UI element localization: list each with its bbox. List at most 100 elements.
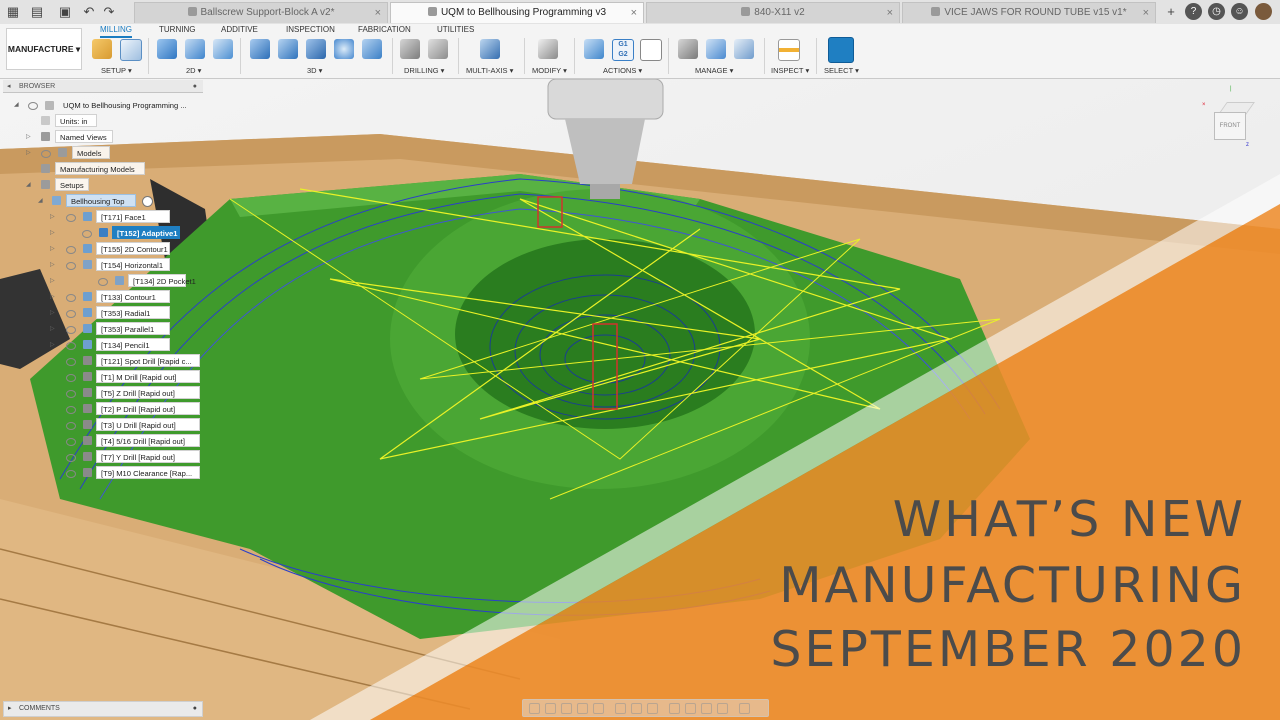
visibility-eye-icon[interactable] bbox=[98, 278, 108, 286]
operation-item[interactable]: [T5] Z Drill [Rapid out] bbox=[96, 386, 200, 399]
file-icon[interactable]: ▤ bbox=[28, 3, 46, 21]
expand-arrow-icon[interactable]: ▷ bbox=[50, 227, 55, 240]
expand-arrow-icon[interactable]: ▷ bbox=[50, 339, 55, 352]
group-select[interactable]: SELECT ▾ bbox=[824, 66, 859, 75]
expand-icon[interactable]: ▸ bbox=[8, 702, 12, 716]
tab-vice-jaws[interactable]: VICE JAWS FOR ROUND TUBE v15 v1* × bbox=[902, 2, 1156, 23]
group-inspect[interactable]: INSPECT ▾ bbox=[771, 66, 809, 75]
group-manage[interactable]: MANAGE ▾ bbox=[695, 66, 733, 75]
tab-ballscrew[interactable]: Ballscrew Support-Block A v2* × bbox=[134, 2, 388, 23]
operation-item[interactable]: [T7] Y Drill [Rapid out] bbox=[96, 450, 200, 463]
new-folder-icon[interactable] bbox=[92, 39, 112, 59]
tab-inspection[interactable]: INSPECTION bbox=[286, 24, 335, 36]
hole-recognition-icon[interactable] bbox=[428, 39, 448, 59]
undo-icon[interactable]: ↶ bbox=[80, 3, 98, 21]
operation-item[interactable]: [T9] M10 Clearance [Rap... bbox=[96, 466, 200, 479]
browser-header[interactable]: ◂ BROWSER ● bbox=[3, 80, 203, 93]
visibility-eye-icon[interactable] bbox=[82, 230, 92, 238]
collapse-icon[interactable]: ◂ bbox=[7, 80, 11, 93]
operation-item[interactable]: [T154] Horizontal1 bbox=[96, 258, 170, 271]
more-options-icon[interactable] bbox=[739, 703, 750, 714]
fit-icon[interactable] bbox=[593, 703, 604, 714]
expand-arrow-icon[interactable]: ◢ bbox=[38, 195, 43, 208]
select-icon[interactable] bbox=[828, 37, 854, 63]
tab-turning[interactable]: TURNING bbox=[159, 24, 195, 36]
close-icon[interactable]: × bbox=[631, 3, 637, 23]
account-icon[interactable]: ☺ bbox=[1231, 3, 1248, 20]
tab-fabrication[interactable]: FABRICATION bbox=[358, 24, 411, 36]
browser-document[interactable]: UQM to Bellhousing Programming ... bbox=[58, 98, 202, 111]
drill-icon[interactable] bbox=[400, 39, 420, 59]
operation-item[interactable]: [T134] 2D Pocket1 bbox=[128, 274, 196, 287]
post-process-icon[interactable]: G1 G2 bbox=[612, 39, 634, 61]
visibility-eye-icon[interactable] bbox=[66, 422, 76, 430]
operation-item[interactable]: [T4] 5/16 Drill [Rapid out] bbox=[96, 434, 200, 447]
display-settings-icon[interactable] bbox=[615, 703, 626, 714]
parallel-icon[interactable] bbox=[334, 39, 354, 59]
visibility-eye-icon[interactable] bbox=[66, 374, 76, 382]
expand-arrow-icon[interactable]: ▷ bbox=[50, 275, 55, 288]
scissors-icon[interactable] bbox=[538, 39, 558, 59]
expand-arrow-icon[interactable]: ▷ bbox=[26, 131, 31, 144]
view-cube-front[interactable]: FRONT bbox=[1214, 112, 1246, 140]
tab-840-x11[interactable]: 840-X11 v2 × bbox=[646, 2, 900, 23]
operation-item[interactable]: [T155] 2D Contour1 bbox=[96, 242, 170, 255]
pin-icon[interactable]: ● bbox=[193, 702, 197, 716]
expand-arrow-icon[interactable]: ▷ bbox=[50, 259, 55, 272]
expand-arrow-icon[interactable]: ◢ bbox=[26, 179, 31, 192]
rapid-icon[interactable] bbox=[717, 703, 728, 714]
expand-arrow-icon[interactable]: ▷ bbox=[50, 211, 55, 224]
operation-item[interactable]: [T134] Pencil1 bbox=[96, 338, 170, 351]
visibility-eye-icon[interactable] bbox=[66, 438, 76, 446]
operation-item[interactable]: [T2] P Drill [Rapid out] bbox=[96, 402, 200, 415]
browser-named-views[interactable]: Named Views bbox=[55, 130, 113, 143]
operation-item[interactable]: [T353] Parallel1 bbox=[96, 322, 170, 335]
visibility-eye-icon[interactable] bbox=[66, 214, 76, 222]
new-tab-icon[interactable]: + bbox=[1162, 3, 1180, 21]
expand-arrow-icon[interactable]: ▷ bbox=[50, 243, 55, 256]
pin-icon[interactable]: ● bbox=[193, 80, 197, 93]
help-icon[interactable]: ? bbox=[1185, 3, 1202, 20]
visibility-eye-icon[interactable] bbox=[66, 262, 76, 270]
group-drilling[interactable]: DRILLING ▾ bbox=[404, 66, 444, 75]
toolpath-icon[interactable] bbox=[701, 703, 712, 714]
grid-icon[interactable]: ▦ bbox=[4, 3, 22, 21]
expand-arrow-icon[interactable]: ◢ bbox=[14, 99, 19, 112]
look-at-icon[interactable] bbox=[545, 703, 556, 714]
simulate-icon[interactable] bbox=[584, 39, 604, 59]
setup-icon[interactable] bbox=[120, 39, 142, 61]
tool-library-icon[interactable] bbox=[678, 39, 698, 59]
close-icon[interactable]: × bbox=[1143, 3, 1149, 23]
operation-item[interactable]: [T152] Adaptive1 bbox=[112, 226, 180, 239]
stock-icon[interactable] bbox=[685, 703, 696, 714]
visibility-eye-icon[interactable] bbox=[66, 294, 76, 302]
save-icon[interactable]: ▣ bbox=[56, 3, 74, 21]
visibility-eye-icon[interactable] bbox=[66, 406, 76, 414]
multi-axis-icon[interactable] bbox=[480, 39, 500, 59]
viewports-icon[interactable] bbox=[647, 703, 658, 714]
pocket-clearing-icon[interactable] bbox=[278, 39, 298, 59]
expand-arrow-icon[interactable]: ▷ bbox=[50, 291, 55, 304]
visibility-eye-icon[interactable] bbox=[66, 390, 76, 398]
expand-arrow-icon[interactable]: ▷ bbox=[50, 323, 55, 336]
group-actions[interactable]: ACTIONS ▾ bbox=[603, 66, 642, 75]
operation-item[interactable]: [T3] U Drill [Rapid out] bbox=[96, 418, 200, 431]
contour-3d-icon[interactable] bbox=[362, 39, 382, 59]
group-setup[interactable]: SETUP ▾ bbox=[101, 66, 132, 75]
zoom-icon[interactable] bbox=[577, 703, 588, 714]
simulation-icon[interactable] bbox=[669, 703, 680, 714]
close-icon[interactable]: × bbox=[375, 3, 381, 23]
machine-library-icon[interactable] bbox=[706, 39, 726, 59]
browser-manufacturing-models[interactable]: Manufacturing Models bbox=[55, 162, 145, 175]
operation-item[interactable]: [T353] Radial1 bbox=[96, 306, 170, 319]
browser-units[interactable]: Units: in bbox=[55, 114, 97, 127]
visibility-eye-icon[interactable] bbox=[66, 246, 76, 254]
expand-arrow-icon[interactable]: ▷ bbox=[26, 147, 31, 160]
visibility-eye-icon[interactable] bbox=[41, 150, 51, 158]
visibility-eye-icon[interactable] bbox=[66, 470, 76, 478]
setup-sheet-icon[interactable] bbox=[640, 39, 662, 61]
group-2d[interactable]: 2D ▾ bbox=[186, 66, 201, 75]
group-3d[interactable]: 3D ▾ bbox=[307, 66, 322, 75]
visibility-eye-icon[interactable] bbox=[66, 326, 76, 334]
redo-icon[interactable]: ↷ bbox=[100, 3, 118, 21]
